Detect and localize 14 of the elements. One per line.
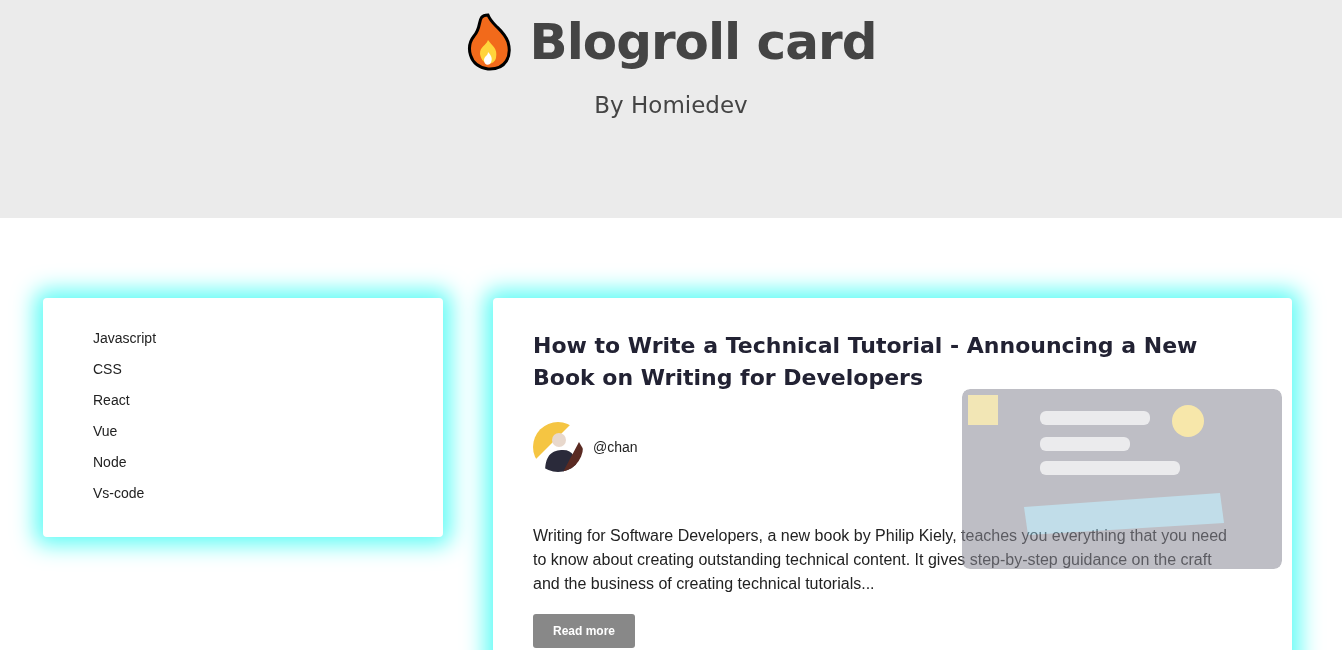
read-more-button[interactable]: Read more [533,614,636,648]
post-excerpt: Writing for Software Developers, a new book by Philip Kiely, teaches you everything that you need to know about creating outstanding technical content. It gives step-by-step guidance on the craft and the business of creating technical tutorials... [533,526,1228,594]
category-link[interactable]: Node [93,452,443,472]
page-title: Blogroll card [529,13,877,71]
category-link[interactable]: React [93,390,443,410]
page-subtitle: By Homiedev [594,92,748,118]
post-title[interactable]: How to Write a Technical Tutorial - Announcing a New Book on Writing for Developers [533,330,1253,394]
author-name[interactable]: @chan [593,439,638,455]
avatar [533,422,583,472]
fire-icon [465,12,512,72]
category-link[interactable]: Javascript [93,328,443,348]
category-link[interactable]: CSS [93,359,443,379]
category-link[interactable]: Vue [93,421,443,441]
category-link[interactable]: Vs-code [93,483,443,503]
